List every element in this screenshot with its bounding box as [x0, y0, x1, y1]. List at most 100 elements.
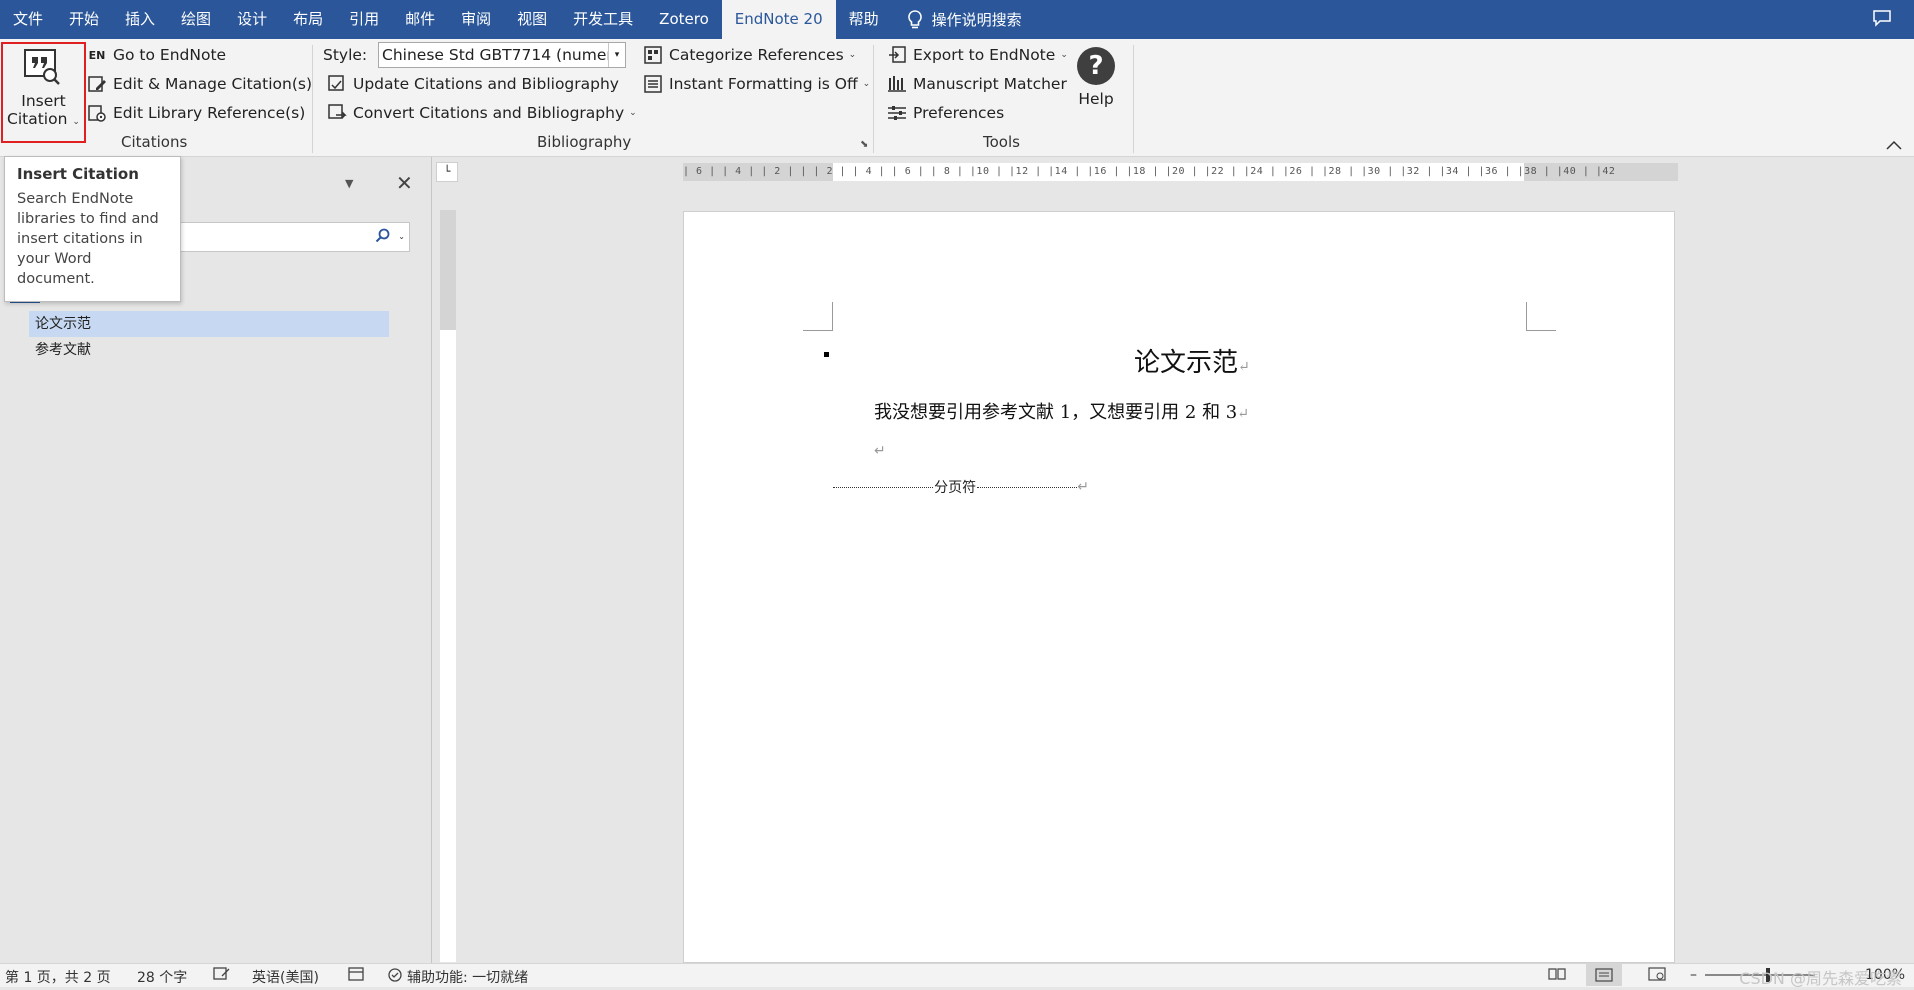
macro-icon[interactable]	[348, 967, 364, 985]
tooltip-body: Search EndNote libraries to find and ins…	[17, 191, 159, 287]
pane-divider[interactable]	[431, 157, 432, 963]
accessibility-icon[interactable]	[387, 967, 405, 987]
watermark: CSDN @周先森爱吃素	[1739, 969, 1902, 988]
status-bar: 第 1 页，共 2 页 28 个字 英语(美国) 辅助功能: 一切就绪 – 10…	[0, 963, 1914, 988]
collapse-ribbon-icon[interactable]	[1886, 136, 1902, 154]
chevron-down-icon[interactable]: ▾	[608, 43, 625, 67]
tab-insert[interactable]: 插入	[112, 0, 168, 39]
tab-endnote[interactable]: EndNote 20	[721, 0, 836, 39]
convert-label: Convert Citations and Bibliography	[353, 104, 625, 122]
tab-references[interactable]: 引用	[336, 0, 392, 39]
web-layout-icon[interactable]	[1648, 967, 1666, 985]
paragraph-mark: ↵	[874, 443, 886, 459]
update-citations-button[interactable]: Update Citations and Bibliography	[326, 71, 619, 97]
page-break-line	[977, 486, 1078, 488]
group-divider	[873, 45, 874, 153]
edit-citation-icon	[86, 73, 108, 95]
page-break-label: 分页符	[934, 480, 977, 496]
crop-mark	[1526, 302, 1556, 331]
export-to-endnote-button[interactable]: Export to EndNote ⌄	[886, 42, 1068, 68]
chevron-down-icon: ⌄	[72, 117, 80, 127]
group-divider	[1133, 45, 1134, 153]
tab-home[interactable]: 开始	[56, 0, 112, 39]
chevron-down-icon: ⌄	[848, 50, 857, 60]
heading-item[interactable]: 参考文献	[29, 337, 389, 363]
tab-zotero[interactable]: Zotero	[646, 0, 722, 39]
ruler-ticks: | 6 | | 4 | | 2 | | | 2 | | 4 | | 6 | | …	[683, 166, 1616, 177]
ruler-margin-top	[440, 210, 456, 330]
edit-manage-citations-button[interactable]: Edit & Manage Citation(s)	[86, 71, 312, 97]
go-to-endnote-button[interactable]: EN Go to EndNote	[86, 42, 226, 68]
zoom-out-button[interactable]: –	[1690, 967, 1697, 983]
edit-library-label: Edit Library Reference(s)	[113, 104, 306, 122]
tab-help[interactable]: 帮助	[836, 0, 892, 39]
lightbulb-icon[interactable]	[906, 9, 924, 31]
help-button[interactable]: ? Help	[1074, 47, 1118, 108]
pane-options-icon[interactable]: ▼	[345, 177, 353, 190]
instant-formatting-icon	[642, 73, 664, 95]
tab-design[interactable]: 设计	[224, 0, 280, 39]
update-label: Update Citations and Bibliography	[353, 75, 619, 93]
comments-icon[interactable]	[1872, 9, 1892, 31]
help-label: Help	[1078, 90, 1114, 108]
document-page[interactable]: 论文示范↵ 我没想要引用参考文献 1，又想要引用 2 和 3↵ ↵ 分页符 ↵	[683, 211, 1675, 963]
manuscript-matcher-button[interactable]: Manuscript Matcher	[886, 71, 1067, 97]
categorize-references-button[interactable]: Categorize References ⌄	[642, 42, 856, 68]
tooltip-title: Insert Citation	[17, 165, 139, 183]
accessibility-status[interactable]: 辅助功能: 一切就绪	[407, 967, 528, 987]
convert-citations-button[interactable]: Convert Citations and Bibliography ⌄	[326, 100, 637, 126]
tab-selector[interactable]: └	[436, 162, 458, 182]
tools-group-label: Tools	[983, 133, 1020, 151]
preferences-button[interactable]: Preferences	[886, 100, 1004, 126]
insert-citation-tooltip: Insert Citation Search EndNote libraries…	[4, 156, 181, 302]
paragraph-mark: ↵	[1238, 359, 1250, 375]
insert-citation-icon	[21, 48, 65, 92]
language-indicator[interactable]: 英语(美国)	[252, 967, 319, 987]
insert-citation-label-2: Citation	[7, 110, 68, 128]
categorize-icon	[642, 44, 664, 66]
style-select[interactable]: Chinese Std GBT7714 (numer... ▾	[378, 42, 626, 68]
search-icon[interactable]	[375, 228, 391, 248]
bibliography-group-label: Bibliography	[537, 133, 632, 151]
group-divider	[312, 45, 313, 153]
proofing-icon[interactable]	[213, 967, 231, 985]
edit-library-reference-button[interactable]: Edit Library Reference(s)	[86, 100, 305, 126]
manuscript-matcher-icon	[886, 73, 908, 95]
manuscript-label: Manuscript Matcher	[913, 75, 1067, 93]
crop-mark	[803, 302, 833, 331]
categorize-label: Categorize References	[669, 46, 844, 64]
tell-me-search[interactable]: 操作说明搜索	[932, 9, 1022, 30]
style-select-value: Chinese Std GBT7714 (numer...	[382, 46, 626, 64]
ribbon: Insert Citation ⌄ EN Go to EndNote Edit &…	[0, 39, 1914, 157]
heading-item[interactable]: 论文示范	[29, 311, 389, 337]
word-count[interactable]: 28 个字	[137, 967, 187, 987]
tab-review[interactable]: 审阅	[448, 0, 504, 39]
read-mode-icon[interactable]	[1548, 967, 1566, 985]
dialog-launcher-icon[interactable]: ⬊	[860, 139, 868, 150]
chevron-down-icon: ⌄	[1060, 50, 1068, 60]
insert-citation-button[interactable]: Insert Citation ⌄	[1, 42, 86, 143]
convert-icon	[326, 102, 348, 124]
vertical-ruler[interactable]	[440, 210, 456, 962]
tab-mailings[interactable]: 邮件	[392, 0, 448, 39]
paragraph-mark: ↵	[1077, 479, 1090, 495]
instant-formatting-button[interactable]: Instant Formatting is Off ⌄	[642, 71, 870, 97]
page-break[interactable]: 分页符 ↵	[833, 477, 1089, 497]
tab-developer[interactable]: 开发工具	[560, 0, 646, 39]
document-paragraph[interactable]: 我没想要引用参考文献 1，又想要引用 2 和 3↵	[874, 398, 1249, 424]
chevron-down-icon[interactable]: ⌄	[398, 232, 405, 241]
tab-draw[interactable]: 绘图	[168, 0, 224, 39]
export-icon	[886, 44, 908, 66]
tab-view[interactable]: 视图	[504, 0, 560, 39]
export-label: Export to EndNote	[913, 46, 1056, 64]
tab-file[interactable]: 文件	[0, 0, 56, 39]
horizontal-ruler[interactable]: | 6 | | 4 | | 2 | | | 2 | | 4 | | 6 | | …	[683, 163, 1678, 181]
instant-formatting-label: Instant Formatting is Off	[669, 75, 858, 93]
page-count[interactable]: 第 1 页，共 2 页	[5, 967, 111, 987]
insert-citation-label-1: Insert	[21, 92, 66, 110]
print-layout-icon[interactable]	[1586, 964, 1622, 986]
close-icon[interactable]: ✕	[396, 171, 413, 195]
citations-group-label: Citations	[121, 133, 188, 151]
document-title[interactable]: 论文示范↵	[1134, 342, 1250, 379]
tab-layout[interactable]: 布局	[280, 0, 336, 39]
